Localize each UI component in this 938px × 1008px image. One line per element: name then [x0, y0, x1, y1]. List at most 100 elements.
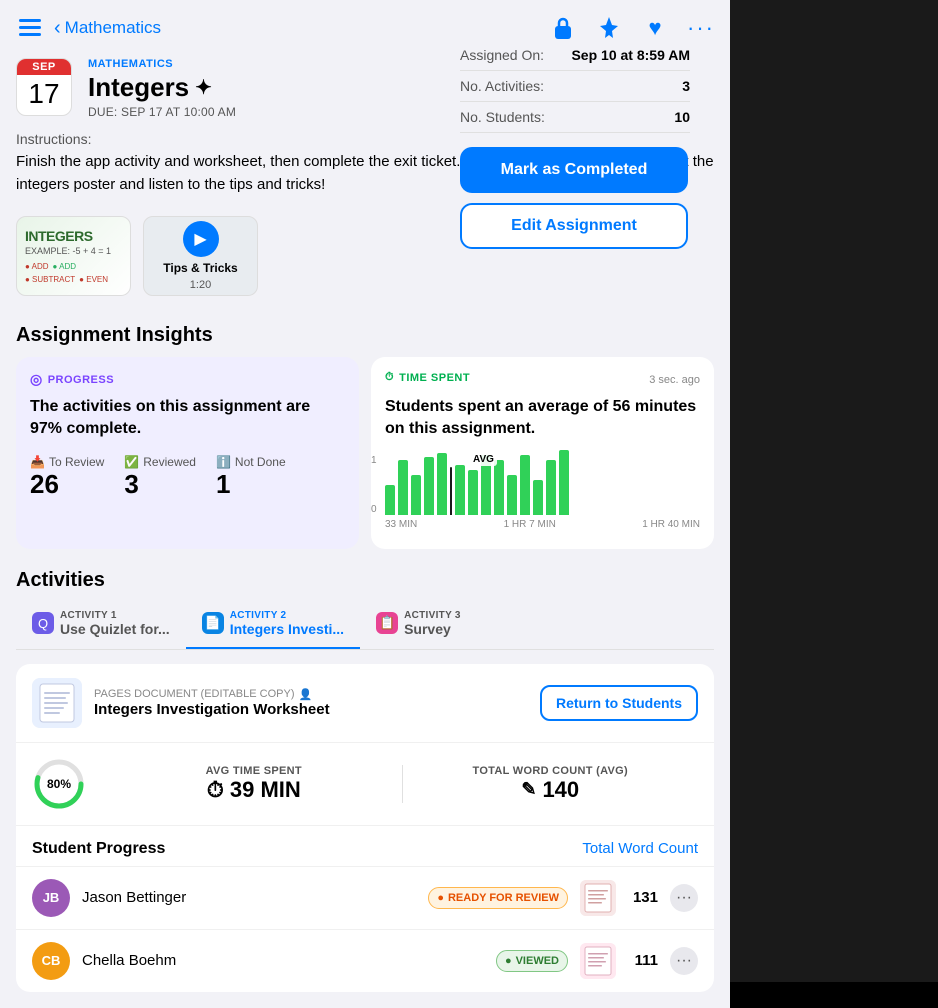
progress-card: ◎ PROGRESS The activities on this assign… — [16, 357, 359, 549]
info-icon: ℹ️ — [216, 455, 231, 469]
top-right-icons: ♥ ··· — [550, 15, 714, 41]
reviewed-label: ✅ Reviewed — [124, 455, 196, 469]
sidebar-toggle[interactable] — [16, 14, 44, 42]
video-label: Tips & Tricks — [163, 261, 237, 275]
chart-x-labels: 33 MIN 1 HR 7 MIN 1 HR 40 MIN — [385, 519, 700, 530]
activity-1-number: ACTIVITY 1 — [60, 610, 170, 621]
bar-8 — [494, 460, 504, 515]
activities-section-title-wrapper: Activities — [0, 565, 730, 600]
return-to-students-button[interactable]: Return to Students — [540, 685, 698, 721]
y-labels: 1 0 — [371, 455, 377, 515]
cal-month: SEP — [17, 59, 71, 75]
student-word-count-1: 111 — [628, 952, 658, 969]
student-more-button-1[interactable]: ··· — [670, 947, 698, 975]
completion-donut: 80% — [32, 757, 86, 811]
x-label-1: 1 HR 7 MIN — [504, 519, 556, 530]
lock-icon[interactable] — [550, 15, 576, 41]
activities-section-title: Activities — [16, 569, 714, 592]
activity-tab-3[interactable]: 📋 ACTIVITY 3 Survey — [360, 600, 477, 649]
activities-value: 3 — [682, 78, 690, 94]
time-spent-card: ⏱ TIME SPENT 3 sec. ago Students spent a… — [371, 357, 714, 549]
avatar-initials-cb: CB — [42, 953, 61, 968]
insights-section-title: Assignment Insights — [0, 312, 730, 357]
activity-3-info: ACTIVITY 3 Survey — [404, 610, 461, 637]
avg-time-label: AVG TIME SPENT — [122, 765, 386, 777]
total-word-count-link[interactable]: Total Word Count — [582, 840, 698, 857]
file-type-text: PAGES DOCUMENT (EDITABLE COPY) — [94, 688, 294, 700]
tips-tricks-video-attachment[interactable]: ▶ Tips & Tricks 1:20 — [143, 216, 258, 296]
students-row: No. Students: 10 — [460, 102, 690, 133]
more-menu-icon[interactable]: ··· — [688, 15, 714, 41]
student-progress-header: Student Progress Total Word Count — [16, 826, 714, 866]
edit-assignment-button[interactable]: Edit Assignment — [460, 203, 688, 249]
pin-icon[interactable] — [596, 15, 622, 41]
word-count-num: 140 — [542, 777, 579, 803]
status-text-0: READY FOR REVIEW — [448, 892, 559, 904]
bar-3 — [424, 457, 434, 515]
student-avatar-jb: JB — [32, 879, 70, 917]
activity-1-name: Use Quizlet for... — [60, 621, 170, 637]
student-doc-thumb-0 — [580, 880, 616, 916]
activity-1-icon: Q — [32, 612, 54, 634]
integers-title: INTEGERS — [25, 228, 93, 244]
play-button-icon: ▶ — [183, 221, 219, 257]
person-icon: 👤 — [298, 688, 312, 701]
not-done-value: 1 — [216, 469, 286, 500]
activity-tab-2[interactable]: 📄 ACTIVITY 2 Integers Investi... — [186, 600, 360, 649]
heart-icon[interactable]: ♥ — [642, 15, 668, 41]
activity-1-info: ACTIVITY 1 Use Quizlet for... — [60, 610, 170, 637]
video-duration: 1:20 — [190, 279, 211, 291]
y-label-1: 1 — [371, 455, 377, 466]
student-name-1: Chella Boehm — [82, 952, 484, 969]
activity-2-number: ACTIVITY 2 — [230, 610, 344, 621]
bar-2 — [411, 475, 421, 515]
avg-time-num: 39 MIN — [230, 777, 301, 803]
avg-time-value: ⏱ 39 MIN — [122, 777, 386, 803]
calendar-icon: SEP 17 — [16, 58, 72, 116]
avg-marker: AVG — [470, 453, 497, 466]
word-count-value: ✎ 140 — [419, 777, 683, 803]
student-progress-title: Student Progress — [32, 840, 165, 858]
word-count-block: TOTAL WORD COUNT (AVG) ✎ 140 — [403, 765, 699, 803]
student-name-0: Jason Bettinger — [82, 889, 416, 906]
student-avatar-cb: CB — [32, 942, 70, 980]
student-more-button-0[interactable]: ··· — [670, 884, 698, 912]
time-spent-label: TIME SPENT — [399, 372, 470, 384]
to-review-value: 26 — [30, 469, 104, 500]
integers-poster-attachment[interactable]: INTEGERS EXAMPLE: -5 + 4 = 1 ● ADD ● ADD… — [16, 216, 131, 296]
viewed-dot-icon: ● — [505, 955, 512, 967]
assigned-on-row: Assigned On: Sep 10 at 8:59 AM — [460, 40, 690, 71]
avatar-initials: JB — [43, 890, 60, 905]
bar-1 — [398, 460, 408, 515]
activity-tab-1[interactable]: Q ACTIVITY 1 Use Quizlet for... — [16, 600, 186, 649]
student-word-count-0: 131 — [628, 889, 658, 906]
bar-13 — [559, 450, 569, 515]
mark-completed-button[interactable]: Mark as Completed — [460, 147, 688, 193]
time-spent-text: Students spent an average of 56 minutes … — [385, 396, 700, 441]
bar-6 — [468, 470, 478, 515]
title-text: Integers — [88, 72, 189, 103]
bar-12 — [546, 460, 556, 515]
file-type-label: PAGES DOCUMENT (EDITABLE COPY) 👤 — [94, 688, 528, 701]
activity-2-info: ACTIVITY 2 Integers Investi... — [230, 610, 344, 637]
avg-time-block: AVG TIME SPENT ⏱ 39 MIN — [106, 765, 403, 803]
back-button[interactable]: ‹ Mathematics — [54, 17, 161, 40]
not-done-stat: ℹ️ Not Done 1 — [216, 455, 286, 500]
reviewed-value: 3 — [124, 469, 196, 500]
activities-row: No. Activities: 3 — [460, 71, 690, 102]
student-doc-thumb-1 — [580, 943, 616, 979]
word-count-icon: ✎ — [521, 779, 536, 800]
students-label: No. Students: — [460, 109, 545, 125]
bar-0 — [385, 485, 395, 515]
to-review-stat: 📥 To Review 26 — [30, 455, 104, 500]
avg-divider — [450, 467, 452, 515]
avg-time-icon: ⏱ — [207, 777, 224, 803]
reviewed-stat: ✅ Reviewed 3 — [124, 455, 196, 500]
activity-3-number: ACTIVITY 3 — [404, 610, 461, 621]
integers-subtitle: EXAMPLE: -5 + 4 = 1 — [25, 246, 111, 256]
integers-labels: ● ADD ● ADD ● SUBTRACT ● EVEN — [25, 262, 122, 284]
clock-icon: ⏱ — [385, 371, 394, 384]
activities-section: Q ACTIVITY 1 Use Quizlet for... 📄 ACTIVI… — [0, 600, 730, 1008]
status-text-1: VIEWED — [516, 955, 559, 967]
right-dark-panel — [730, 0, 938, 982]
